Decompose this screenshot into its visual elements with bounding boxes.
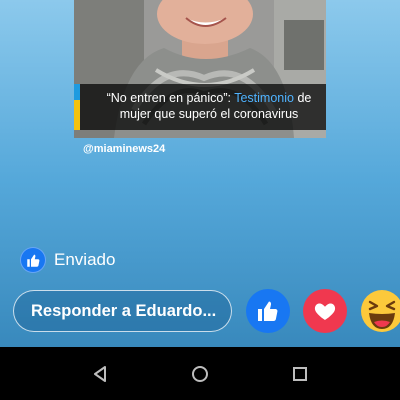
caption-line1-end: de xyxy=(293,91,312,105)
home-circle-icon xyxy=(192,366,208,382)
love-reaction-button[interactable] xyxy=(303,289,347,333)
back-button[interactable] xyxy=(87,361,113,387)
caption-highlight: Testimonio xyxy=(234,91,294,105)
source-handle: @miaminews24 xyxy=(83,143,166,155)
post-caption-overlay: “No entren en pánico”: Testimonio de muj… xyxy=(74,84,326,130)
laughing-face-icon xyxy=(361,290,400,332)
reply-input[interactable]: Responder a Eduardo... xyxy=(13,290,232,332)
heart-icon xyxy=(314,303,336,320)
caption-accent-stripes xyxy=(74,84,80,130)
like-reaction-button[interactable] xyxy=(246,289,290,333)
story-viewer: “No entren en pánico”: Testimonio de muj… xyxy=(0,0,400,400)
sent-label: Enviado xyxy=(54,250,116,269)
post-caption: “No entren en pánico”: Testimonio de muj… xyxy=(94,90,324,122)
caption-line2: mujer que superó el coronavirus xyxy=(119,107,299,121)
home-button[interactable] xyxy=(187,361,213,387)
sent-status: Enviado xyxy=(20,246,115,274)
shared-post-card[interactable]: “No entren en pánico”: Testimonio de muj… xyxy=(74,0,326,138)
recents-button[interactable] xyxy=(287,361,313,387)
thumbs-up-icon xyxy=(20,247,46,273)
thumbs-up-icon xyxy=(258,301,278,321)
recents-square-icon xyxy=(293,367,307,381)
haha-reaction-button[interactable] xyxy=(360,289,400,333)
reply-placeholder: Responder a Eduardo... xyxy=(31,301,217,320)
caption-quote: “No entren en pánico”: xyxy=(106,91,235,105)
system-navigation-bar xyxy=(0,347,400,400)
back-triangle-icon xyxy=(94,366,106,382)
